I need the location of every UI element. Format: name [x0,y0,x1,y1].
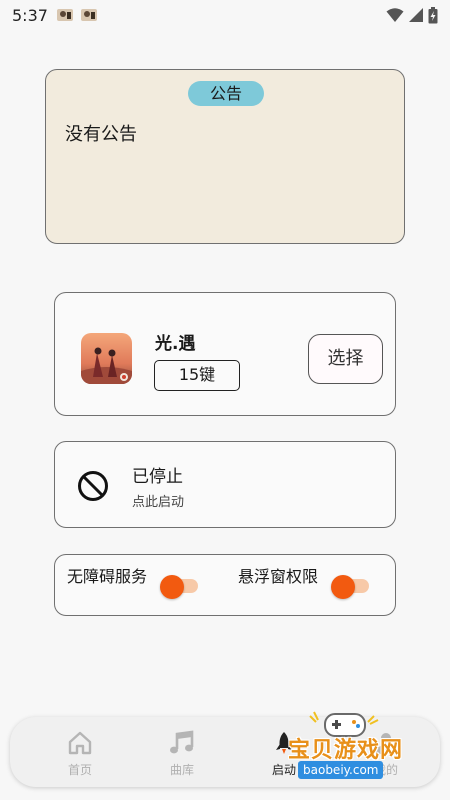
permissions-card: 无障碍服务 悬浮窗权限 [54,554,396,616]
announcement-title: 公告 [188,81,264,106]
overlay-permission-label: 悬浮窗权限 [238,567,319,586]
accessibility-service-label: 无障碍服务 [67,567,148,586]
accessibility-service-toggle[interactable] [160,575,200,599]
notification-icon [80,9,97,21]
notification-icon [56,9,73,21]
game-name: 光.遇 [155,334,196,354]
nav-start[interactable]: 启动 [254,729,314,778]
nav-home[interactable]: 首页 [50,729,110,778]
rocket-icon [276,732,292,754]
select-game-button[interactable]: 选择 [308,334,383,384]
service-status-title: 已停止 [132,467,183,487]
nav-library-label: 曲库 [169,763,194,777]
game-icon [81,333,132,384]
nav-mine-label: 我的 [373,763,398,777]
key-count-badge: 15键 [154,360,240,391]
person-icon [376,733,396,754]
nav-mine[interactable]: 我的 [356,729,416,778]
wifi-icon [386,8,404,22]
service-status-subtitle: 点此启动 [132,495,185,510]
nav-start-label: 启动 [271,763,296,777]
status-time: 5:37 [12,5,48,25]
battery-icon [428,6,438,23]
signal-icon [409,8,423,22]
toggle-thumb [160,575,184,599]
music-note-icon [170,730,194,754]
service-status-card[interactable]: 已停止 点此启动 [54,441,396,528]
home-icon [68,731,92,755]
announcement-panel: 公告 没有公告 [45,69,405,244]
nav-library[interactable]: 曲库 [152,729,212,778]
nav-home-label: 首页 [67,763,92,777]
stop-icon [78,471,108,501]
game-card: 光.遇 15键 选择 [54,292,396,416]
toggle-thumb [331,575,355,599]
announcement-text: 没有公告 [65,124,137,145]
bottom-navigation: 首页 曲库 启动 我的 [10,717,440,787]
overlay-permission-toggle[interactable] [331,575,371,599]
status-bar: 5:37 [0,0,450,30]
